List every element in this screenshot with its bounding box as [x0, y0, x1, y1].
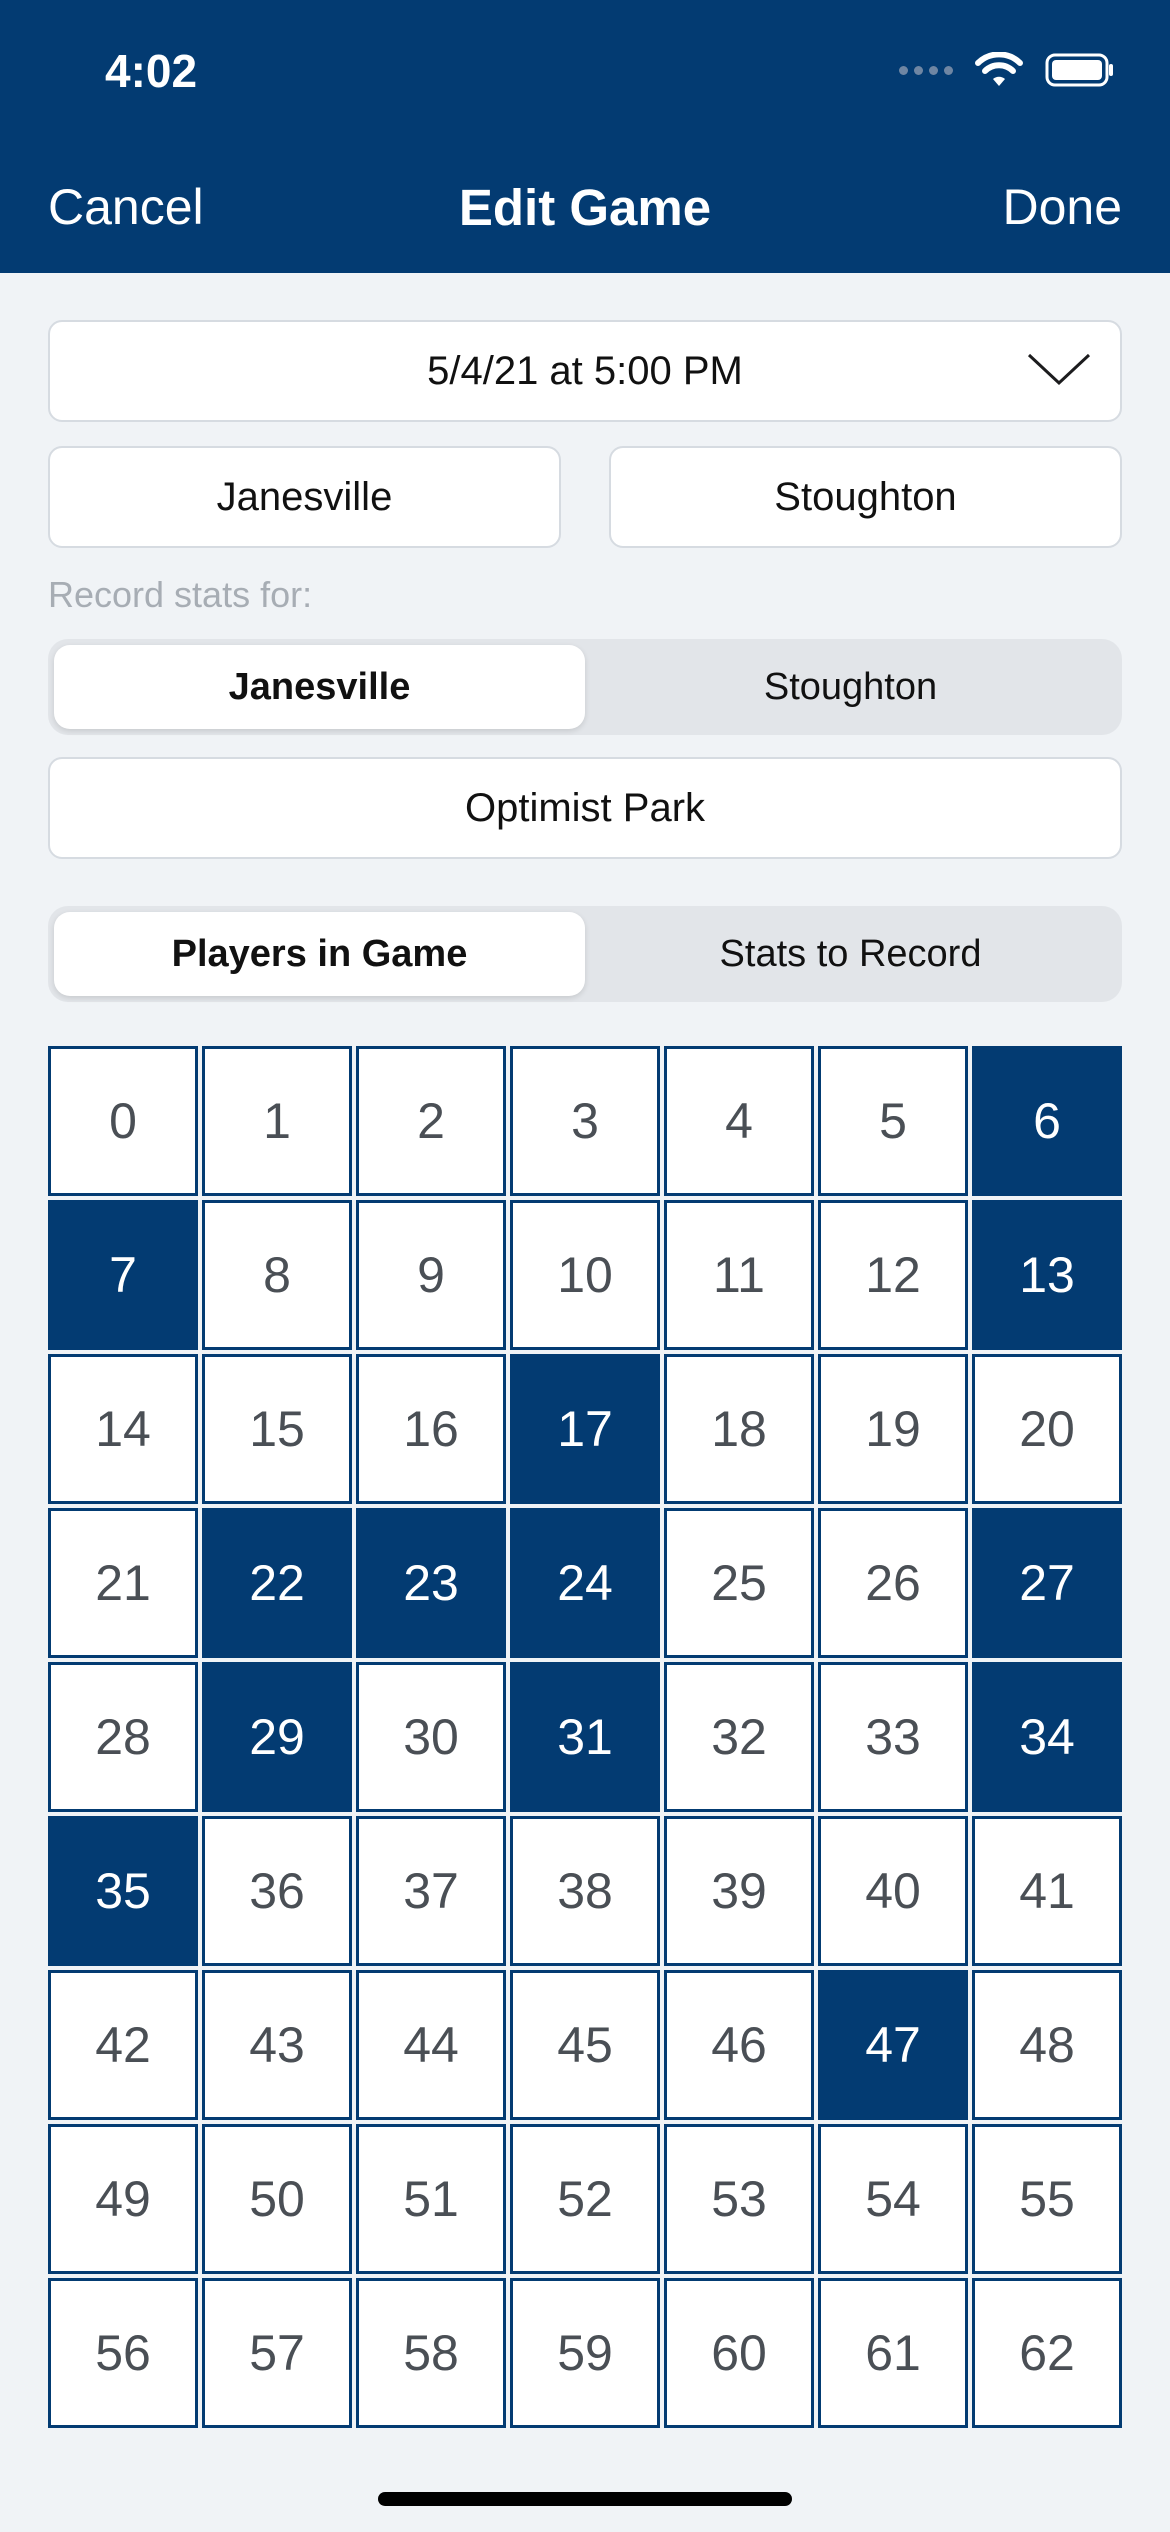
player-number-cell[interactable]: 58: [356, 2278, 506, 2428]
player-number-cell[interactable]: 35: [48, 1816, 198, 1966]
player-number-cell[interactable]: 46: [664, 1970, 814, 2120]
tab-players-in-game[interactable]: Players in Game: [54, 912, 585, 996]
player-number-cell[interactable]: 11: [664, 1200, 814, 1350]
done-button[interactable]: Done: [1002, 178, 1122, 236]
player-number-cell[interactable]: 26: [818, 1508, 968, 1658]
player-number-cell[interactable]: 40: [818, 1816, 968, 1966]
player-number-cell[interactable]: 55: [972, 2124, 1122, 2274]
player-number-cell[interactable]: 15: [202, 1354, 352, 1504]
player-number-cell[interactable]: 2: [356, 1046, 506, 1196]
status-icons: [899, 52, 1115, 88]
player-number-cell[interactable]: 6: [972, 1046, 1122, 1196]
player-number-cell[interactable]: 49: [48, 2124, 198, 2274]
status-time: 4:02: [105, 45, 198, 97]
player-number-cell[interactable]: 61: [818, 2278, 968, 2428]
player-number-cell[interactable]: 42: [48, 1970, 198, 2120]
player-number-cell[interactable]: 34: [972, 1662, 1122, 1812]
player-number-grid: 0 1 2 3 4 5 6 7 8 9 10 11 12 13 14 15 16 17 18 19 20 21 22 23 24…: [48, 1046, 1122, 2428]
cellular-signal-icon: [899, 65, 953, 75]
player-number-cell[interactable]: 4: [664, 1046, 814, 1196]
player-number-cell[interactable]: 21: [48, 1508, 198, 1658]
page-title: Edit Game: [458, 179, 712, 236]
player-number-cell[interactable]: 25: [664, 1508, 814, 1658]
player-number-cell[interactable]: 24: [510, 1508, 660, 1658]
player-number-cell[interactable]: 19: [818, 1354, 968, 1504]
player-number-cell[interactable]: 27: [972, 1508, 1122, 1658]
player-number-cell[interactable]: 44: [356, 1970, 506, 2120]
location-field[interactable]: Optimist Park: [48, 757, 1122, 859]
player-number-cell[interactable]: 1: [202, 1046, 352, 1196]
player-number-cell[interactable]: 5: [818, 1046, 968, 1196]
player-number-cell[interactable]: 52: [510, 2124, 660, 2274]
player-number-cell[interactable]: 31: [510, 1662, 660, 1812]
tab-stats-to-record[interactable]: Stats to Record: [585, 912, 1116, 996]
player-number-cell[interactable]: 45: [510, 1970, 660, 2120]
player-number-cell[interactable]: 43: [202, 1970, 352, 2120]
player-number-cell[interactable]: 41: [972, 1816, 1122, 1966]
player-number-cell[interactable]: 56: [48, 2278, 198, 2428]
player-number-cell[interactable]: 36: [202, 1816, 352, 1966]
player-number-cell[interactable]: 54: [818, 2124, 968, 2274]
player-number-cell[interactable]: 18: [664, 1354, 814, 1504]
segment-janesville[interactable]: Janesville: [54, 645, 585, 729]
location-value: Optimist Park: [464, 785, 706, 830]
player-number-cell[interactable]: 53: [664, 2124, 814, 2274]
date-time-picker[interactable]: 5/4/21 at 5:00 PM: [48, 320, 1122, 422]
player-number-cell[interactable]: 16: [356, 1354, 506, 1504]
player-number-cell[interactable]: 12: [818, 1200, 968, 1350]
home-team-name: Janesville: [216, 474, 393, 519]
player-number-cell[interactable]: 30: [356, 1662, 506, 1812]
player-number-cell[interactable]: 33: [818, 1662, 968, 1812]
player-number-cell[interactable]: 51: [356, 2124, 506, 2274]
chevron-down-icon: [1027, 353, 1091, 386]
home-team-field[interactable]: Janesville: [48, 446, 561, 548]
player-number-cell[interactable]: 60: [664, 2278, 814, 2428]
player-number-cell[interactable]: 3: [510, 1046, 660, 1196]
away-team-field[interactable]: Stoughton: [609, 446, 1122, 548]
record-team-segmented-control: Janesville Stoughton: [48, 639, 1122, 735]
player-number-cell[interactable]: 29: [202, 1662, 352, 1812]
player-number-cell[interactable]: 32: [664, 1662, 814, 1812]
battery-icon: [1045, 53, 1113, 87]
player-number-cell[interactable]: 14: [48, 1354, 198, 1504]
player-number-cell[interactable]: 59: [510, 2278, 660, 2428]
player-number-cell[interactable]: 39: [664, 1816, 814, 1966]
player-number-cell[interactable]: 8: [202, 1200, 352, 1350]
player-number-cell[interactable]: 48: [972, 1970, 1122, 2120]
mode-segmented-control: Players in Game Stats to Record: [48, 906, 1122, 1002]
player-number-cell[interactable]: 0: [48, 1046, 198, 1196]
player-number-cell[interactable]: 22: [202, 1508, 352, 1658]
player-number-cell[interactable]: 23: [356, 1508, 506, 1658]
player-number-cell[interactable]: 37: [356, 1816, 506, 1966]
away-team-name: Stoughton: [774, 474, 957, 519]
player-number-cell[interactable]: 62: [972, 2278, 1122, 2428]
player-number-cell[interactable]: 17: [510, 1354, 660, 1504]
player-number-cell[interactable]: 47: [818, 1970, 968, 2120]
player-number-cell[interactable]: 57: [202, 2278, 352, 2428]
player-number-cell[interactable]: 28: [48, 1662, 198, 1812]
navigation-bar: 4:02 Cancel Edit Game Done: [0, 0, 1170, 273]
home-indicator[interactable]: [378, 2492, 792, 2506]
player-number-cell[interactable]: 50: [202, 2124, 352, 2274]
player-number-cell[interactable]: 10: [510, 1200, 660, 1350]
player-number-cell[interactable]: 38: [510, 1816, 660, 1966]
player-number-cell[interactable]: 7: [48, 1200, 198, 1350]
wifi-icon: [975, 52, 1023, 86]
record-stats-label: Record stats for:: [48, 574, 313, 615]
date-time-value: 5/4/21 at 5:00 PM: [427, 348, 743, 393]
player-number-cell[interactable]: 13: [972, 1200, 1122, 1350]
segment-stoughton[interactable]: Stoughton: [585, 645, 1116, 729]
player-number-cell[interactable]: 20: [972, 1354, 1122, 1504]
player-number-cell[interactable]: 9: [356, 1200, 506, 1350]
